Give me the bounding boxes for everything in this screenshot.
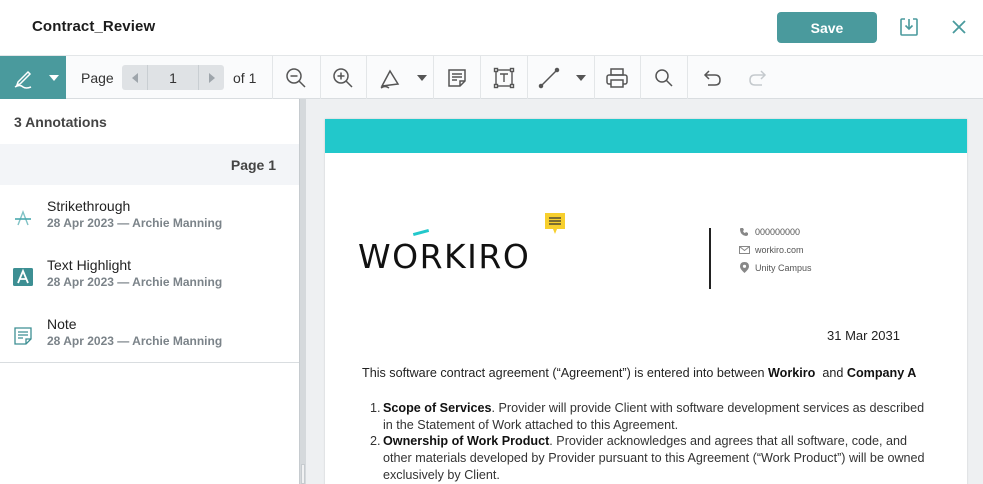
page-count: of 1 xyxy=(233,70,257,86)
contact-phone-text: 000000000 xyxy=(755,227,801,237)
toolbar-divider xyxy=(640,56,641,99)
text-highlight-icon xyxy=(12,266,34,288)
next-page-button[interactable] xyxy=(198,65,224,90)
annotation-meta: 28 Apr 2023 — Archie Manning xyxy=(47,216,223,230)
annotations-panel: 3 Annotations Page 1 Strikethrough 28 Ap… xyxy=(0,99,300,484)
header-band xyxy=(325,119,967,153)
annotation-meta: 28 Apr 2023 — Archie Manning xyxy=(47,275,223,289)
mail-icon xyxy=(738,246,750,254)
toolbar-divider xyxy=(366,56,367,99)
company-logo: WORKIRO xyxy=(358,237,531,276)
clause-title: Scope of Services xyxy=(383,401,492,415)
toolbar: Page 1 of 1 xyxy=(0,55,983,99)
chevron-right-icon xyxy=(208,72,215,83)
contact-web-text: workiro.com xyxy=(755,245,804,255)
annotation-item-text-highlight[interactable]: Text Highlight 28 Apr 2023 — Archie Mann… xyxy=(0,250,300,309)
print-icon[interactable] xyxy=(605,66,629,90)
close-icon[interactable] xyxy=(948,16,970,38)
page-group-label: Page 1 xyxy=(230,157,276,173)
clause-number: 2. xyxy=(370,434,381,448)
party-two: Company A xyxy=(846,366,917,380)
splitter-handle[interactable] xyxy=(301,464,305,484)
page-number-input[interactable]: 1 xyxy=(149,65,197,90)
pdf-annotation-app: Contract_Review Save Page 1 of 1 3 Annot… xyxy=(0,0,983,484)
chevron-down-icon[interactable] xyxy=(575,73,587,83)
annotation-type: Text Highlight xyxy=(47,257,132,273)
shape-tool-icon[interactable] xyxy=(378,66,402,90)
header-divider xyxy=(709,228,711,289)
text-box-icon[interactable] xyxy=(492,66,516,90)
toolbar-divider xyxy=(527,56,528,99)
chevron-down-icon[interactable] xyxy=(416,73,428,83)
line-tool-icon[interactable] xyxy=(537,66,561,90)
toolbar-divider xyxy=(594,56,595,99)
note-annotation-marker[interactable] xyxy=(544,212,566,235)
intro-paragraph: This software contract agreement (“Agree… xyxy=(362,366,916,380)
contact-address-text: Unity Campus xyxy=(755,262,812,273)
annotations-count: 3 Annotations xyxy=(14,114,107,130)
logo-accent xyxy=(412,228,430,237)
panel-divider xyxy=(0,362,300,363)
annotation-item-note[interactable]: Note 28 Apr 2023 — Archie Manning xyxy=(0,309,300,368)
contact-phone: 000000000 xyxy=(738,227,800,237)
clause-title: Ownership of Work Product xyxy=(383,434,550,448)
panel-splitter[interactable] xyxy=(299,99,306,484)
toolbar-divider xyxy=(320,56,321,99)
annotation-tool-button[interactable] xyxy=(0,56,66,99)
toolbar-divider xyxy=(272,56,273,99)
contact-web: workiro.com xyxy=(738,245,804,255)
annotation-item-strikethrough[interactable]: Strikethrough 28 Apr 2023 — Archie Manni… xyxy=(0,191,300,250)
save-button[interactable]: Save xyxy=(777,12,877,43)
note-icon xyxy=(12,325,34,347)
previous-page-button[interactable] xyxy=(122,65,148,90)
sticky-note-icon[interactable] xyxy=(445,66,469,90)
chevron-down-icon[interactable] xyxy=(48,73,60,83)
chevron-left-icon xyxy=(131,72,138,83)
intro-and: and xyxy=(822,366,844,380)
contact-address: Unity Campus xyxy=(738,262,812,273)
annotation-type: Note xyxy=(47,316,77,332)
pen-annotation-icon xyxy=(10,66,36,90)
page-navigator: 1 xyxy=(122,65,224,90)
download-icon[interactable] xyxy=(897,14,921,40)
document-date: 31 Mar 2031 xyxy=(827,328,900,343)
document-title: Contract_Review xyxy=(32,18,156,35)
zoom-out-icon[interactable] xyxy=(284,66,308,90)
toolbar-divider xyxy=(480,56,481,99)
clause-number: 1. xyxy=(370,401,381,415)
party-one: Workiro xyxy=(768,366,816,380)
annotation-type: Strikethrough xyxy=(47,198,131,214)
title-bar: Contract_Review Save xyxy=(0,0,983,55)
zoom-in-icon[interactable] xyxy=(331,66,355,90)
page-label: Page xyxy=(81,70,114,86)
page-group-header[interactable]: Page 1 xyxy=(0,144,300,185)
toolbar-divider xyxy=(687,56,688,99)
strikethrough-icon xyxy=(12,207,34,229)
redo-icon[interactable] xyxy=(746,66,770,90)
search-icon[interactable] xyxy=(652,66,676,90)
document-viewer[interactable]: WORKIRO 000000000 workiro.com Unity Camp… xyxy=(306,99,983,484)
annotation-meta: 28 Apr 2023 — Archie Manning xyxy=(47,334,223,348)
document-page[interactable]: WORKIRO 000000000 workiro.com Unity Camp… xyxy=(325,119,967,484)
intro-text: This software contract agreement (“Agree… xyxy=(362,366,765,380)
location-pin-icon xyxy=(738,262,750,273)
toolbar-divider xyxy=(433,56,434,99)
undo-icon[interactable] xyxy=(700,66,724,90)
phone-icon xyxy=(738,227,750,237)
